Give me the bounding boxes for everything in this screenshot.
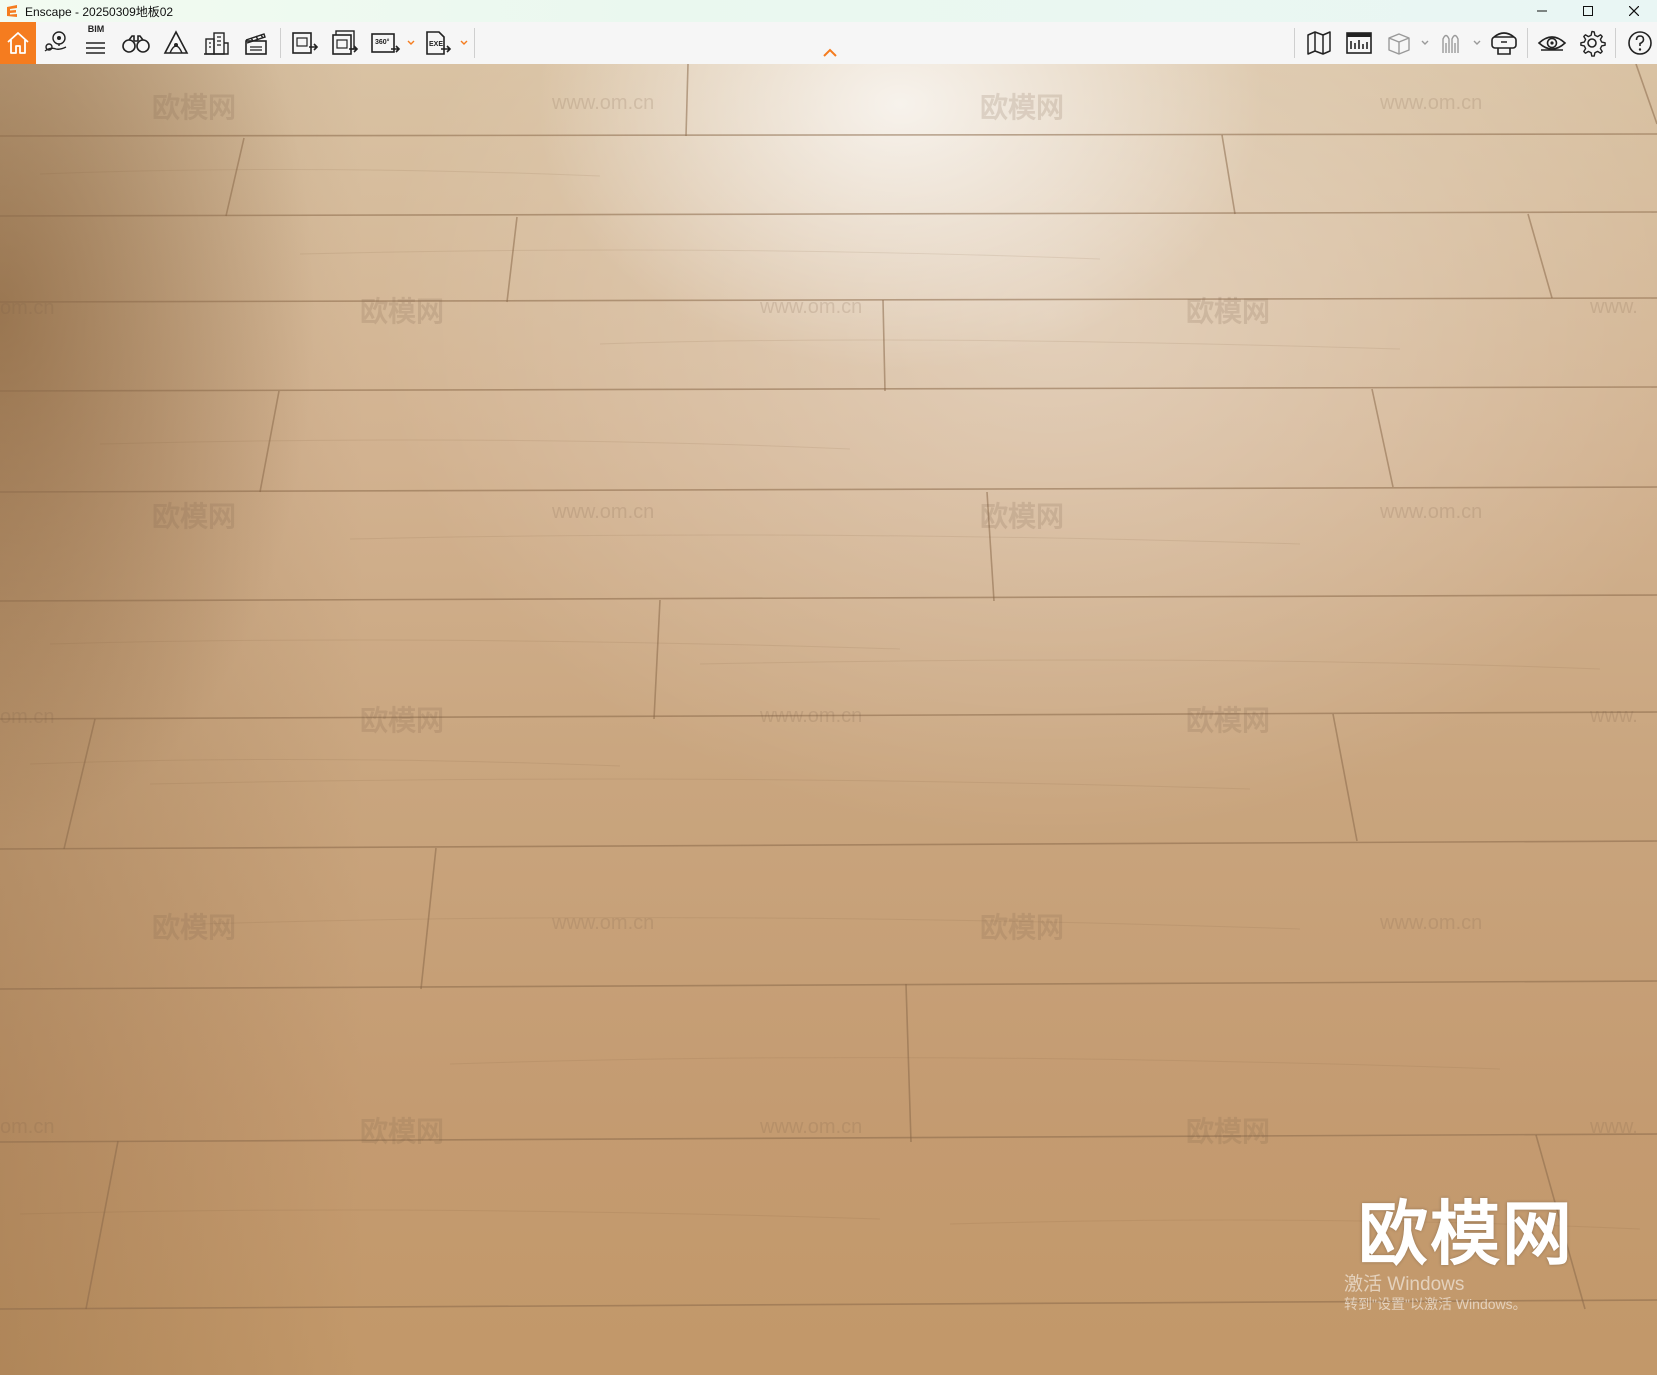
cube-view-dropdown[interactable] bbox=[1419, 22, 1431, 64]
settings-button[interactable] bbox=[1574, 22, 1610, 64]
home-button[interactable] bbox=[0, 22, 36, 64]
watermark-brand: 欧模网 bbox=[980, 92, 1065, 123]
watermark-brand: 欧模网 bbox=[152, 92, 237, 123]
bim-label: BIM bbox=[87, 24, 105, 34]
vr-button[interactable] bbox=[1434, 22, 1470, 64]
chevron-up-icon bbox=[823, 48, 837, 57]
headset-button[interactable] bbox=[1486, 22, 1522, 64]
buildings-icon bbox=[204, 32, 229, 55]
watermark-brand: 欧模网 bbox=[980, 501, 1065, 532]
site-context-button[interactable] bbox=[198, 22, 234, 64]
close-button[interactable] bbox=[1611, 0, 1657, 22]
toolbar: BIM 360° EXE bbox=[0, 22, 1657, 65]
watermark-url: www.om.cn bbox=[760, 1116, 863, 1138]
chevron-down-icon bbox=[1473, 40, 1481, 45]
vr-icon bbox=[1442, 34, 1459, 53]
watermark-brand: 欧模网 bbox=[980, 912, 1065, 943]
atmosphere-button[interactable] bbox=[158, 22, 194, 64]
views-button[interactable] bbox=[38, 22, 74, 64]
title-bar[interactable]: Enscape - 20250309地板02 bbox=[0, 0, 1657, 22]
watermark-url: www.om.cn bbox=[760, 705, 863, 727]
watermark-url: www.om.cn bbox=[1380, 92, 1483, 114]
watermark-url: www. bbox=[1590, 296, 1638, 318]
standalone-export-dropdown[interactable] bbox=[458, 22, 470, 64]
watermark-url: www.om.cn bbox=[1380, 501, 1483, 523]
watermark-brand: 欧模网 bbox=[1186, 705, 1271, 736]
vr-headset-icon bbox=[1491, 32, 1517, 55]
watermark-url: www.om.cn bbox=[552, 92, 655, 114]
cube-icon bbox=[1388, 33, 1410, 55]
maximize-icon bbox=[1583, 6, 1593, 16]
video-editor-button[interactable] bbox=[238, 22, 274, 64]
panorama-360-icon: 360° bbox=[371, 33, 401, 53]
minimize-icon bbox=[1537, 10, 1547, 12]
watermark-brand: 欧模网 bbox=[1186, 1116, 1271, 1147]
watermark-brand: 欧模网 bbox=[152, 912, 237, 943]
vr-dropdown[interactable] bbox=[1471, 22, 1483, 64]
toolbar-separator bbox=[474, 28, 475, 58]
maximize-button[interactable] bbox=[1565, 0, 1611, 22]
watermark-url: om.cn bbox=[0, 706, 55, 728]
close-icon bbox=[1629, 6, 1639, 16]
watermark-url: www.om.cn bbox=[760, 296, 863, 318]
watermark-brand: 欧模网 bbox=[360, 296, 445, 327]
watermark-url: www.om.cn bbox=[552, 501, 655, 523]
svg-text:EXE: EXE bbox=[429, 41, 443, 48]
map-icon bbox=[1307, 31, 1331, 55]
chevron-down-icon bbox=[407, 40, 415, 45]
home-icon bbox=[7, 32, 29, 54]
watermark-url: www. bbox=[1590, 1116, 1638, 1138]
panorama-dropdown[interactable] bbox=[405, 22, 417, 64]
bim-button[interactable]: BIM bbox=[78, 22, 114, 64]
location-pin-icon bbox=[44, 31, 67, 52]
gear-icon bbox=[1580, 30, 1606, 57]
window-controls bbox=[1519, 0, 1657, 22]
help-button[interactable] bbox=[1622, 22, 1657, 64]
chevron-down-icon bbox=[1421, 40, 1429, 45]
info-panel-icon bbox=[1346, 32, 1372, 54]
asset-library-button[interactable] bbox=[118, 22, 154, 64]
atmosphere-icon bbox=[163, 30, 189, 54]
chevron-down-icon bbox=[460, 40, 468, 45]
screenshot-button[interactable] bbox=[287, 22, 323, 64]
info-button[interactable] bbox=[1341, 22, 1377, 64]
windows-activation-subtitle: 转到"设置"以激活 Windows。 bbox=[1344, 1296, 1527, 1312]
brand-logo-watermark: 欧模网 bbox=[1358, 1195, 1574, 1273]
eye-icon bbox=[1537, 36, 1567, 51]
exe-export-icon: EXE bbox=[426, 31, 452, 55]
toolbar-separator bbox=[1615, 28, 1616, 58]
watermark-brand: 欧模网 bbox=[360, 705, 445, 736]
clapper-icon bbox=[245, 33, 267, 55]
render-export-icon bbox=[292, 32, 319, 54]
watermark-brand: 欧模网 bbox=[1186, 296, 1271, 327]
enscape-logo-icon bbox=[7, 5, 17, 17]
minimize-button[interactable] bbox=[1519, 0, 1565, 22]
help-icon bbox=[1628, 31, 1652, 55]
watermark-url: om.cn bbox=[0, 1116, 55, 1138]
standalone-export-button[interactable]: EXE bbox=[420, 22, 456, 64]
batch-render-button[interactable] bbox=[327, 22, 363, 64]
panorama-button[interactable]: 360° bbox=[367, 22, 403, 64]
window-title: Enscape - 20250309地板02 bbox=[25, 4, 174, 19]
watermark-url: www. bbox=[1590, 705, 1638, 727]
watermark-brand: 欧模网 bbox=[360, 1116, 445, 1147]
binoculars-icon bbox=[122, 35, 150, 53]
collapse-toolbar-button[interactable] bbox=[821, 46, 839, 60]
cube-view-button[interactable] bbox=[1381, 22, 1417, 64]
bim-list-icon bbox=[86, 42, 105, 54]
toolbar-separator bbox=[1527, 28, 1528, 58]
watermark-url: www.om.cn bbox=[1380, 912, 1483, 934]
svg-text:360°: 360° bbox=[375, 38, 390, 46]
map-button[interactable] bbox=[1301, 22, 1337, 64]
toolbar-separator bbox=[1294, 28, 1295, 58]
visibility-button[interactable] bbox=[1534, 22, 1570, 64]
toolbar-separator bbox=[280, 28, 281, 58]
watermark-brand: 欧模网 bbox=[152, 501, 237, 532]
watermark-url: www.om.cn bbox=[552, 912, 655, 934]
render-viewport[interactable]: 欧模网 www.om.cn 欧模网 www.om.cn om.cn 欧模网 ww… bbox=[0, 64, 1657, 1375]
watermark-url: om.cn bbox=[0, 297, 55, 319]
batch-render-icon bbox=[332, 30, 359, 55]
windows-activation-title: 激活 Windows bbox=[1344, 1274, 1465, 1295]
